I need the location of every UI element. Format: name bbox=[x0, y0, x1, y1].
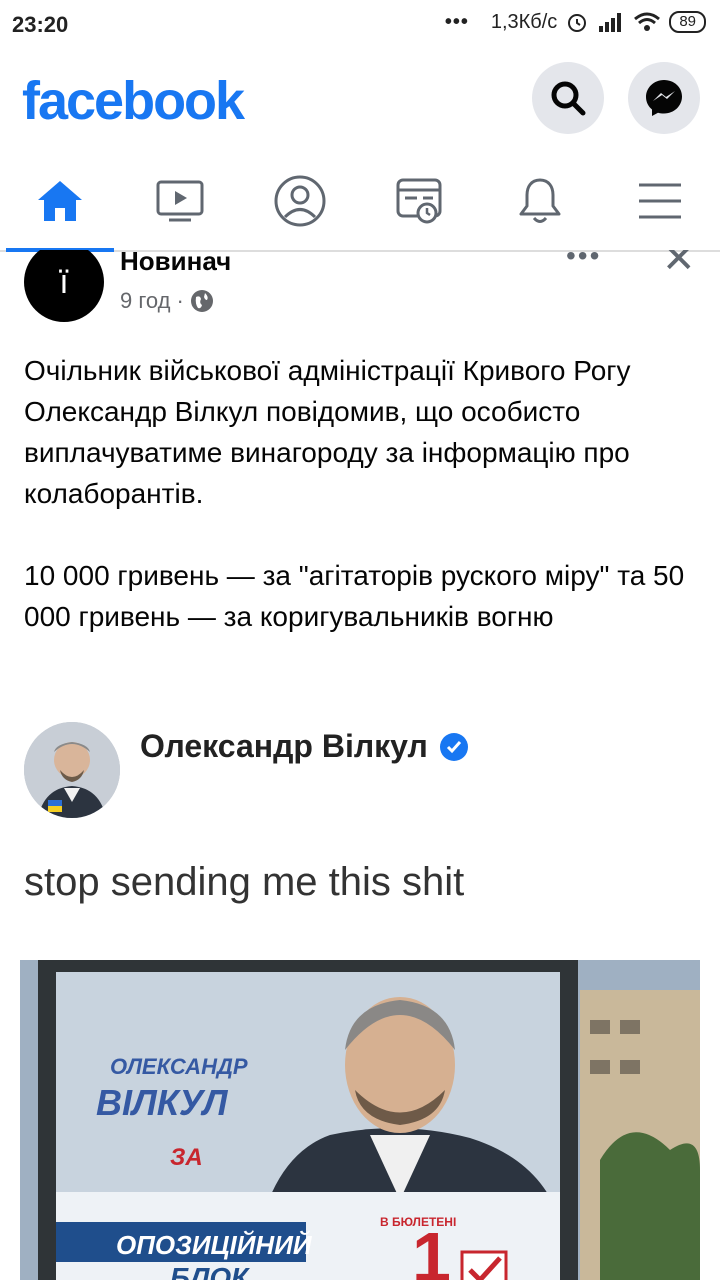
checkbox-mark-icon bbox=[460, 1250, 508, 1280]
feed-post: ї Новинач 9 год · ••• ✕ Очільник військо… bbox=[0, 250, 720, 1280]
status-right: ••• 1,3Кб/с 89 bbox=[445, 10, 706, 34]
tab-menu[interactable] bbox=[600, 152, 720, 250]
home-icon bbox=[38, 181, 82, 221]
tab-home[interactable] bbox=[0, 152, 120, 252]
network-speed: 1,3Кб/с bbox=[490, 10, 558, 33]
tab-notifications[interactable] bbox=[480, 152, 600, 250]
page-avatar[interactable]: ї bbox=[24, 250, 104, 322]
billboard-za: ЗА bbox=[170, 1144, 203, 1171]
post-author[interactable]: Новинач bbox=[120, 250, 231, 277]
post-more-button[interactable]: ••• bbox=[566, 250, 601, 272]
wifi-icon bbox=[634, 12, 661, 31]
shared-author-name: Олександр Вілкул bbox=[140, 728, 428, 764]
tab-feeds[interactable] bbox=[360, 152, 480, 250]
shared-caption: stop sending me this shit bbox=[24, 860, 465, 904]
status-dots: ••• bbox=[444, 10, 469, 33]
menu-icon bbox=[639, 183, 681, 219]
alarm-icon bbox=[568, 14, 587, 32]
billboard-party-2: БЛОК bbox=[170, 1262, 249, 1280]
post-text: Очільник військової адміністрації Кривог… bbox=[24, 350, 704, 678]
battery-indicator: 89 bbox=[669, 11, 706, 33]
video-icon bbox=[156, 180, 204, 222]
post-meta: 9 год · bbox=[120, 288, 214, 314]
status-time: 23:20 bbox=[12, 12, 69, 37]
signal-icon bbox=[599, 13, 622, 32]
messenger-button[interactable] bbox=[628, 62, 700, 134]
billboard-party: ОПОЗИЦІЙНИЙ bbox=[116, 1230, 312, 1260]
profile-icon bbox=[274, 175, 326, 227]
billboard-photo: ОЛЕКСАНДР ВІЛКУЛ ЗА ОПОЗИЦІЙНИЙ БЛОК В Б… bbox=[20, 960, 700, 1280]
billboard-number: 1 bbox=[412, 1218, 451, 1280]
messenger-icon bbox=[646, 80, 682, 116]
meta-separator: · bbox=[176, 288, 184, 313]
facebook-logo[interactable]: facebook bbox=[22, 70, 245, 132]
tab-profile[interactable] bbox=[240, 152, 360, 250]
status-bar: 23:20 ••• 1,3Кб/с 89 bbox=[0, 0, 720, 52]
post-image[interactable]: Олександр Вілкул stop sending me this sh… bbox=[0, 710, 720, 1280]
verified-badge-icon bbox=[439, 732, 468, 761]
nav-tabs bbox=[0, 152, 720, 252]
shared-author: Олександр Вілкул bbox=[140, 728, 468, 765]
shared-avatar bbox=[24, 722, 120, 818]
post-close-button[interactable]: ✕ bbox=[662, 250, 696, 282]
post-paragraph-1: Очільник військової адміністрації Кривог… bbox=[24, 355, 631, 509]
search-icon bbox=[551, 81, 586, 116]
search-button[interactable] bbox=[532, 62, 604, 134]
feeds-icon bbox=[396, 178, 442, 224]
globe-icon bbox=[190, 290, 213, 312]
billboard-name-1: ОЛЕКСАНДР bbox=[110, 1054, 248, 1079]
app-bar: facebook bbox=[0, 52, 720, 152]
bell-icon bbox=[519, 178, 561, 223]
tab-watch[interactable] bbox=[120, 152, 240, 250]
post-time[interactable]: 9 год bbox=[120, 288, 170, 314]
post-paragraph-2: 10 000 гривень — за "агітаторів руского … bbox=[24, 560, 685, 632]
billboard-name-2: ВІЛКУЛ bbox=[96, 1082, 228, 1123]
